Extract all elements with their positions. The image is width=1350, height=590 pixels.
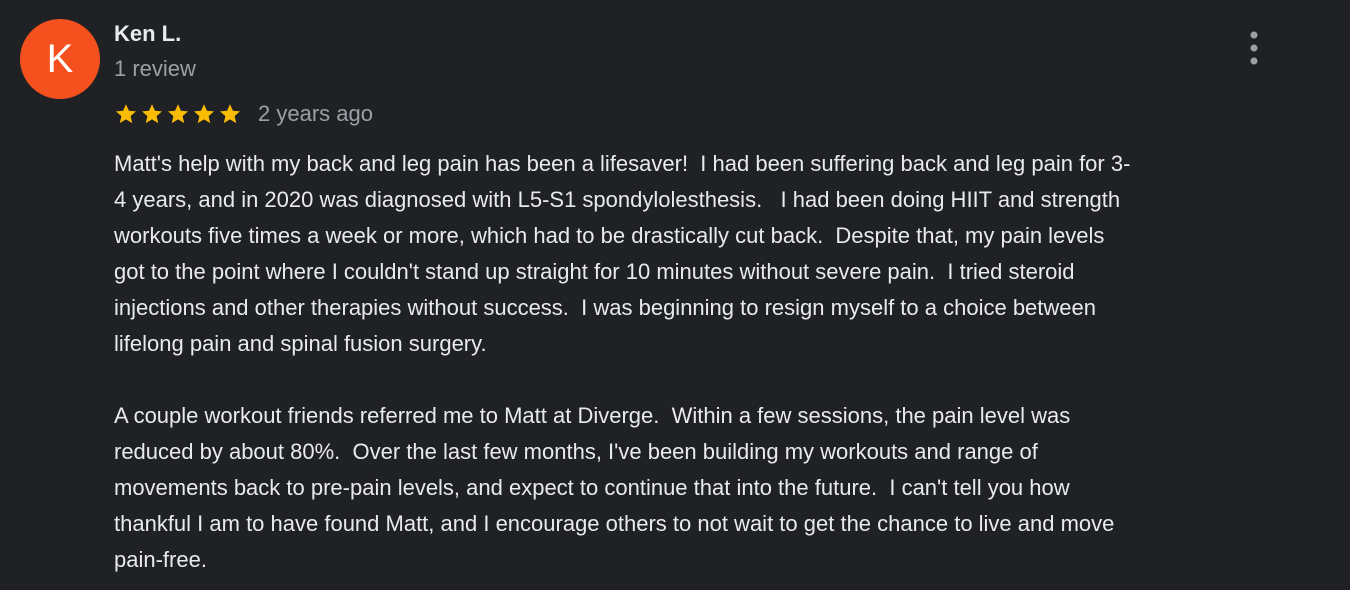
star-icon bbox=[168, 104, 188, 124]
star-icon bbox=[194, 104, 214, 124]
avatar[interactable]: K bbox=[20, 19, 100, 99]
review-line: injections and other therapies without s… bbox=[114, 295, 1096, 320]
rating-row: 2 years ago bbox=[114, 100, 373, 128]
review-count[interactable]: 1 review bbox=[114, 55, 196, 83]
star-icon bbox=[220, 104, 240, 124]
review-line: got to the point where I couldn't stand … bbox=[114, 259, 1075, 284]
review-line: 4 years, and in 2020 was diagnosed with … bbox=[114, 187, 1121, 212]
star-icon bbox=[116, 104, 136, 124]
review-line: Matt's help with my back and leg pain ha… bbox=[114, 151, 1131, 176]
star-icon bbox=[142, 104, 162, 124]
star-rating bbox=[114, 102, 242, 126]
more-vert-icon bbox=[1250, 31, 1258, 65]
review-line: lifelong pain and spinal fusion surgery. bbox=[114, 331, 487, 356]
review-line: workouts five times a week or more, whic… bbox=[114, 223, 1105, 248]
review-date: 2 years ago bbox=[258, 101, 373, 126]
review-line: reduced by about 80%. Over the last few … bbox=[114, 439, 1038, 464]
review-card: K Ken L. 1 review 2 years ago Matt's hel… bbox=[0, 0, 1350, 590]
review-line: movements back to pre-pain levels, and e… bbox=[114, 475, 1070, 500]
review-text: Matt's help with my back and leg pain ha… bbox=[114, 146, 1314, 578]
more-options-button[interactable] bbox=[1234, 28, 1274, 68]
avatar-initial: K bbox=[46, 37, 74, 81]
reviewer-name[interactable]: Ken L. bbox=[114, 20, 181, 48]
paragraph-break bbox=[114, 362, 1314, 398]
review-line: A couple workout friends referred me to … bbox=[114, 403, 1071, 428]
review-line: pain-free. bbox=[114, 547, 207, 572]
review-line: thankful I am to have found Matt, and I … bbox=[114, 511, 1115, 536]
